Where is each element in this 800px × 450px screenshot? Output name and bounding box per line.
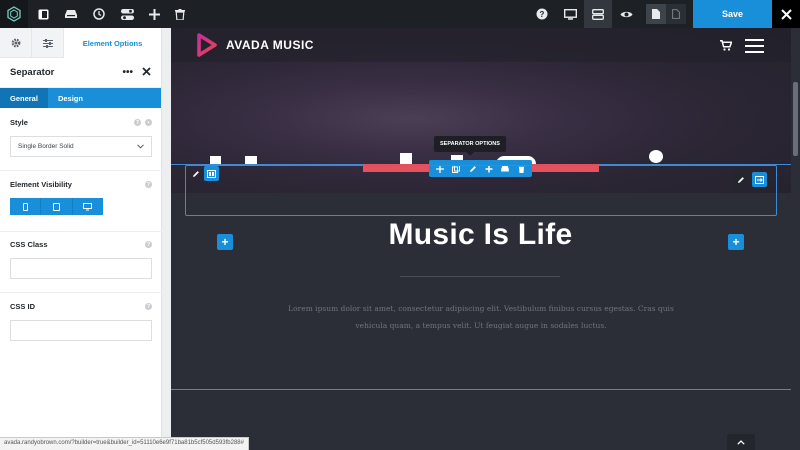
help-icon[interactable]: ? xyxy=(532,0,552,28)
desktop-icon[interactable] xyxy=(558,0,582,28)
element-title: Separator xyxy=(10,67,55,78)
css-id-label: CSS ID xyxy=(10,302,36,311)
element-options-sidebar: Element Options Separator ••• General De… xyxy=(0,28,162,450)
sidebar-tabs: Element Options xyxy=(0,28,161,58)
column-settings-icon[interactable] xyxy=(204,166,219,181)
visibility-buttons xyxy=(10,198,103,215)
css-id-input[interactable] xyxy=(10,320,152,341)
visibility-label: Element Visibility xyxy=(10,180,72,189)
tablet-icon xyxy=(52,202,60,211)
add-icon[interactable] xyxy=(144,0,164,28)
toggle-icon[interactable] xyxy=(117,0,137,28)
css-class-option: CSS Class ? xyxy=(0,240,162,293)
page-icon[interactable] xyxy=(646,4,666,24)
history-icon[interactable] xyxy=(89,0,109,28)
chevron-up-icon xyxy=(737,439,745,445)
separator-tooltip: SEPARATOR OPTIONS xyxy=(434,136,506,156)
scroll-to-top-button[interactable] xyxy=(727,434,755,450)
style-select[interactable]: Single Border Solid xyxy=(10,136,152,157)
layout-icon[interactable] xyxy=(584,0,612,28)
site-header: AVADA MUSIC xyxy=(171,28,800,62)
page-headline: Music Is Life xyxy=(388,218,573,251)
tab-design[interactable]: Design xyxy=(48,88,93,108)
save-button[interactable]: Save xyxy=(693,0,772,28)
close-icon[interactable] xyxy=(772,0,800,28)
sidebar-toggle-icon[interactable] xyxy=(33,0,53,28)
desktop-visibility-toggle[interactable] xyxy=(72,198,103,215)
brand-name: AVADA MUSIC xyxy=(226,38,314,52)
svg-text:?: ? xyxy=(540,10,545,19)
chevron-down-icon xyxy=(137,144,144,149)
reset-icon[interactable]: • xyxy=(145,119,152,126)
row-settings-icon[interactable] xyxy=(752,172,767,187)
edit-container-icon[interactable] xyxy=(188,166,203,181)
more-options-icon[interactable]: ••• xyxy=(122,67,133,78)
css-id-option: CSS ID ? xyxy=(0,302,162,356)
mobile-visibility-toggle[interactable] xyxy=(10,198,42,215)
heading-divider xyxy=(400,276,560,277)
tablet-visibility-toggle[interactable] xyxy=(41,198,73,215)
library-icon[interactable] xyxy=(61,0,81,28)
builder-toolbar: ? Save xyxy=(0,0,800,28)
tab-general[interactable]: General xyxy=(0,88,48,108)
cart-icon[interactable] xyxy=(720,38,733,56)
status-bar-url: avada.randyobrown.com/?builder=true&buil… xyxy=(0,437,249,450)
scrollbar-thumb[interactable] xyxy=(793,82,798,156)
help-icon[interactable]: ? xyxy=(134,119,141,126)
page-mode-toggle xyxy=(646,4,686,24)
help-icon[interactable]: ? xyxy=(145,303,152,310)
sliders-icon[interactable] xyxy=(32,28,64,58)
close-panel-icon[interactable] xyxy=(142,66,151,79)
live-preview-canvas: AVADA MUSIC SEPARATOR OPTIONS + + Music … xyxy=(171,28,800,450)
css-class-label: CSS Class xyxy=(10,240,48,249)
help-icon[interactable]: ? xyxy=(145,241,152,248)
desktop-icon xyxy=(83,202,93,210)
style-label: Style xyxy=(10,118,28,127)
edit-row-icon[interactable] xyxy=(733,172,748,187)
element-header: Separator ••• xyxy=(0,58,161,88)
trash-icon[interactable] xyxy=(170,0,190,28)
preview-icon[interactable] xyxy=(615,0,637,28)
page-outline-icon[interactable] xyxy=(666,4,686,24)
panel-resize-handle[interactable] xyxy=(162,28,171,450)
menu-icon[interactable] xyxy=(745,39,764,57)
style-select-value: Single Border Solid xyxy=(18,143,74,150)
css-class-input[interactable] xyxy=(10,258,152,279)
gear-icon[interactable] xyxy=(0,28,32,58)
visibility-option: Element Visibility ? xyxy=(0,180,162,232)
site-logo[interactable]: AVADA MUSIC xyxy=(197,33,314,57)
options-subtabs: General Design xyxy=(0,88,161,108)
play-logo-icon xyxy=(197,33,217,57)
container-outline xyxy=(185,165,777,216)
help-icon[interactable]: ? xyxy=(145,181,152,188)
intro-text: Lorem ipsum dolor sit amet, consectetur … xyxy=(288,304,674,330)
mobile-icon xyxy=(22,202,28,211)
tab-element-options[interactable]: Element Options xyxy=(64,28,161,58)
style-option: Style ? • Single Border Solid xyxy=(0,118,162,171)
avada-logo-icon[interactable] xyxy=(0,0,28,28)
